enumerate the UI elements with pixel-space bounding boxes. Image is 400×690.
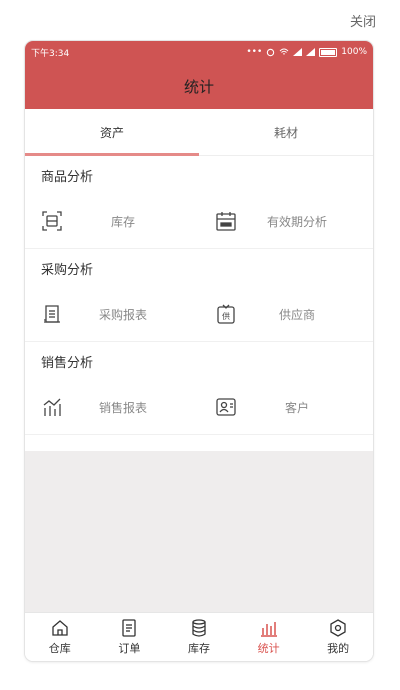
section-purchase-analysis: 采购分析 采购报表 供 供应商 <box>25 249 373 342</box>
svg-text:供: 供 <box>222 311 230 321</box>
nav-inventory[interactable]: 库存 <box>164 613 234 661</box>
tab-assets[interactable]: 资产 <box>25 109 199 156</box>
sales-report-entry[interactable]: 销售报表 <box>25 396 199 418</box>
purchase-report-icon <box>41 303 63 325</box>
entry-label: 供应商 <box>278 307 315 322</box>
close-button[interactable]: 关闭 <box>350 11 376 30</box>
tab-bar: 资产 耗材 <box>25 109 373 156</box>
nav-label: 我的 <box>327 642 350 655</box>
entry-label: 客户 <box>284 400 309 415</box>
customer-entry[interactable]: 客户 <box>199 396 373 418</box>
supplier-icon: 供 <box>215 303 237 325</box>
entry-label: 销售报表 <box>98 400 147 415</box>
purchase-report-entry[interactable]: 采购报表 <box>25 303 199 325</box>
signal-icon <box>293 48 303 56</box>
section-title: 采购分析 <box>41 262 94 278</box>
empty-content-area <box>25 451 373 613</box>
alarm-icon <box>267 48 275 56</box>
battery-level: 100% <box>341 47 367 57</box>
expiry-analysis-entry[interactable]: 有效期分析 <box>199 210 373 232</box>
status-bar: 下午3:34 ••• 100% <box>25 41 373 63</box>
customer-icon <box>215 396 237 418</box>
nav-label: 订单 <box>118 642 141 655</box>
more-dots-icon: ••• <box>246 47 263 57</box>
inventory-stack-icon <box>192 619 206 637</box>
entry-label: 有效期分析 <box>266 214 327 229</box>
nav-profile[interactable]: 我的 <box>303 613 373 661</box>
calendar-icon <box>215 210 237 232</box>
nav-bar: 统计 <box>25 63 373 109</box>
statistics-bar-icon <box>260 622 277 637</box>
entry-label: 库存 <box>110 214 135 229</box>
section-title: 销售分析 <box>41 355 94 371</box>
tab-consumables[interactable]: 耗材 <box>199 109 373 155</box>
profile-hexagon-icon <box>330 619 346 637</box>
entry-label: 采购报表 <box>98 307 147 322</box>
nav-label: 统计 <box>257 642 280 655</box>
nav-label: 仓库 <box>48 642 71 655</box>
scan-box-icon <box>41 210 63 232</box>
page-title: 统计 <box>183 77 214 96</box>
phone-screen: 下午3:34 ••• 100% 统计 资产 耗材 商品分析 库存 有效期分析 采… <box>25 41 373 661</box>
section-title: 商品分析 <box>41 169 94 185</box>
nav-orders[interactable]: 订单 <box>95 613 165 661</box>
bottom-nav: 仓库 订单 库存 统计 我的 <box>25 612 373 661</box>
sales-chart-icon <box>41 396 63 418</box>
order-doc-icon <box>122 619 137 637</box>
warehouse-home-icon <box>52 620 68 636</box>
nav-label: 库存 <box>187 642 210 655</box>
nav-statistics[interactable]: 统计 <box>234 613 304 661</box>
section-product-analysis: 商品分析 库存 有效期分析 <box>25 156 373 249</box>
inventory-entry[interactable]: 库存 <box>25 210 199 232</box>
supplier-entry[interactable]: 供 供应商 <box>199 303 373 325</box>
signal-icon-2 <box>306 48 316 56</box>
status-time: 下午3:34 <box>31 48 70 59</box>
wifi-icon <box>279 48 289 55</box>
section-sales-analysis: 销售分析 销售报表 客户 <box>25 342 373 435</box>
battery-icon <box>319 47 338 57</box>
nav-warehouse[interactable]: 仓库 <box>25 613 95 661</box>
